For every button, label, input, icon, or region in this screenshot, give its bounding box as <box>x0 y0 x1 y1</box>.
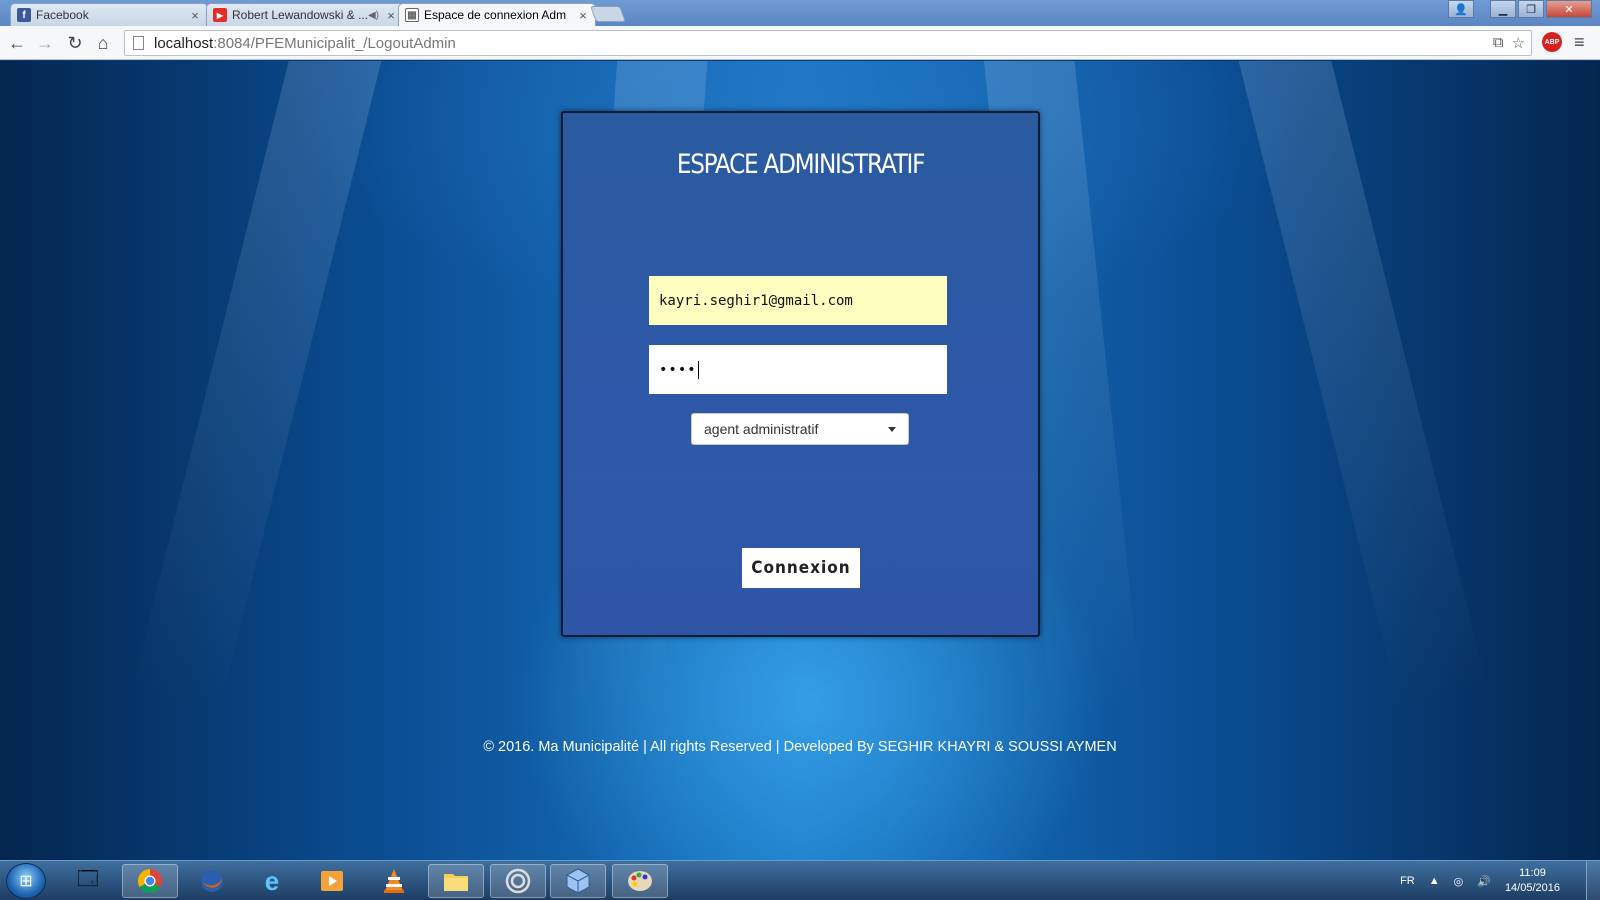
show-desktop-button[interactable] <box>1586 861 1600 900</box>
user-icon[interactable]: 👤 <box>1448 0 1474 18</box>
start-button[interactable]: ⊞ <box>6 863 46 899</box>
translate-icon[interactable]: ⧉ <box>1493 34 1504 52</box>
tab-espace-connexion[interactable]: ▦ Espace de connexion Adm × <box>398 3 596 26</box>
new-tab-button[interactable] <box>590 6 626 22</box>
back-icon[interactable]: ← <box>6 32 28 54</box>
app-swirl-icon[interactable] <box>490 864 546 898</box>
system-tray: FR ▲ ◎ 🔊 11:09 14/05/2016 <box>1400 861 1560 900</box>
url-host: localhost <box>154 34 214 52</box>
paint-icon[interactable] <box>612 864 668 898</box>
page-background: ESPACE ADMINISTRATIF kayri.seghir1@gmail… <box>0 61 1600 860</box>
email-field[interactable]: kayri.seghir1@gmail.com <box>649 276 947 325</box>
menu-icon[interactable]: ≡ <box>1574 32 1592 52</box>
clock-date: 14/05/2016 <box>1504 882 1560 894</box>
close-window-button[interactable]: ✕ <box>1546 0 1592 18</box>
light-ray <box>131 61 389 712</box>
chevron-down-icon <box>888 427 896 432</box>
address-bar[interactable]: localhost:8084/PFEMunicipalit_/LogoutAdm… <box>124 30 1532 56</box>
role-selected-value: agent administratif <box>704 421 819 437</box>
light-ray <box>1231 61 1489 712</box>
home-icon[interactable]: ⌂ <box>92 32 114 54</box>
taskbar: ⊞ 🗔 e FR ▲ ◎ 🔊 11:09 14/05/2016 <box>0 860 1600 900</box>
virtualbox-icon[interactable] <box>550 864 606 898</box>
minimize-button[interactable]: ▁ <box>1490 0 1516 18</box>
connexion-button[interactable]: Connexion <box>742 548 860 588</box>
taskbar-app-explorer-window[interactable]: 🗔 <box>60 864 116 898</box>
close-tab-icon[interactable]: × <box>189 8 201 23</box>
email-value: kayri.seghir1@gmail.com <box>659 292 853 309</box>
close-tab-icon[interactable]: × <box>577 8 589 23</box>
page-info-icon[interactable] <box>133 36 144 50</box>
text-cursor <box>697 360 699 379</box>
restore-button[interactable]: ❐ <box>1518 0 1544 18</box>
taskbar-app-firefox[interactable] <box>184 864 240 898</box>
tab-label: Espace de connexion Adm <box>424 8 567 22</box>
taskbar-app-chrome[interactable] <box>122 864 178 898</box>
role-select[interactable]: agent administratif <box>691 413 909 445</box>
close-tab-icon[interactable]: × <box>385 8 397 23</box>
folder-icon[interactable] <box>428 864 484 898</box>
clock-time: 11:09 <box>1519 867 1546 879</box>
chrome-icon <box>137 869 162 894</box>
login-panel: ESPACE ADMINISTRATIF kayri.seghir1@gmail… <box>561 111 1040 637</box>
browser-tab-strip: f Facebook × ▶ Robert Lewandowski & ... … <box>0 0 1600 26</box>
bookmark-star-icon[interactable]: ☆ <box>1512 34 1525 52</box>
reload-icon[interactable]: ↻ <box>64 32 86 54</box>
adblock-icon[interactable]: ABP <box>1542 32 1562 52</box>
firefox-icon <box>201 870 223 892</box>
tray-app-icon[interactable]: ◎ <box>1454 875 1464 888</box>
page-title: ESPACE ADMINISTRATIF <box>676 149 926 180</box>
show-hidden-icons-icon[interactable]: ▲ <box>1429 875 1440 887</box>
page-icon: ▦ <box>405 8 419 22</box>
footer-text: © 2016. Ma Municipalité | All rights Res… <box>483 739 1117 755</box>
vlc-icon[interactable] <box>366 864 422 898</box>
url-path: :8084/PFEMunicipalit_/LogoutAdmin <box>213 34 456 52</box>
tab-label: Facebook <box>36 8 89 22</box>
window-controls: 👤 ▁ ❐ ✕ <box>1448 0 1592 18</box>
media-player-icon[interactable] <box>304 864 360 898</box>
password-field[interactable]: •••• <box>649 345 947 394</box>
language-indicator[interactable]: FR <box>1400 875 1415 887</box>
volume-icon[interactable]: 🔊 <box>1477 875 1491 888</box>
facebook-icon: f <box>17 8 31 22</box>
internet-explorer-icon[interactable]: e <box>244 864 300 898</box>
youtube-icon: ▶ <box>213 8 227 22</box>
tab-label: Robert Lewandowski & ... <box>232 8 368 22</box>
tab-facebook[interactable]: f Facebook × <box>10 3 208 26</box>
browser-toolbar: ← → ↻ ⌂ localhost:8084/PFEMunicipalit_/L… <box>0 26 1600 60</box>
forward-icon[interactable]: → <box>34 32 56 54</box>
audio-icon[interactable]: ◀) <box>368 10 379 21</box>
password-value: •••• <box>659 361 697 378</box>
tab-youtube[interactable]: ▶ Robert Lewandowski & ... ◀) × <box>206 3 404 26</box>
clock[interactable]: 11:09 14/05/2016 <box>1505 866 1560 896</box>
